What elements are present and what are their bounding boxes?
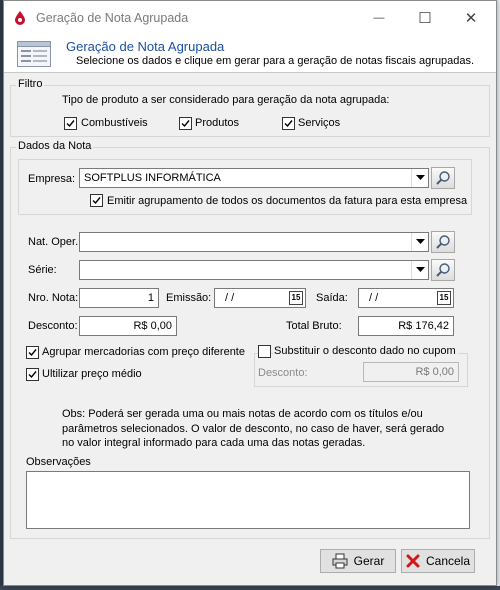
combustiveis-label: Combustíveis <box>81 117 148 129</box>
minimize-icon: — <box>373 12 385 24</box>
serie-search-button[interactable] <box>431 259 455 281</box>
search-icon <box>436 171 450 185</box>
dados-nota-legend: Dados da Nota <box>16 140 94 152</box>
observacoes-textarea[interactable] <box>26 471 470 529</box>
check-icon <box>28 349 37 357</box>
total-bruto-value: R$ 176,42 <box>398 320 449 332</box>
saida-date-input[interactable]: / / 15 <box>358 288 454 308</box>
cancelar-button[interactable]: Cancela <box>401 549 475 573</box>
empresa-search-button[interactable] <box>431 167 455 189</box>
dialog-window: Geração de Nota Agrupada — ☐ ✕ Geração d… <box>3 0 497 586</box>
emissao-value: / / <box>225 292 235 304</box>
produtos-label: Produtos <box>195 117 240 129</box>
nro-nota-input[interactable]: 1 <box>79 288 159 308</box>
form-document-icon <box>17 41 51 67</box>
chevron-down-icon[interactable] <box>411 261 428 279</box>
emissao-label: Emissão: <box>166 292 212 304</box>
close-button[interactable]: ✕ <box>448 1 494 35</box>
obs-note: Obs: Poderá ser gerada uma ou mais notas… <box>62 408 445 449</box>
produtos-checkbox[interactable] <box>179 117 192 130</box>
search-icon <box>436 235 450 249</box>
observacoes-label: Observações <box>26 456 91 468</box>
serie-combo[interactable] <box>79 260 429 280</box>
cancelar-label: Cancela <box>425 554 471 568</box>
serie-label: Série: <box>28 264 57 276</box>
nat-oper-combo[interactable] <box>79 232 429 252</box>
combustiveis-checkbox[interactable] <box>64 117 77 130</box>
empresa-label: Empresa: <box>28 173 76 185</box>
agrupar-checkbox[interactable] <box>26 346 39 359</box>
preco-medio-checkbox[interactable] <box>26 368 39 381</box>
nat-oper-search-button[interactable] <box>431 231 455 253</box>
nro-nota-label: Nro. Nota: <box>28 292 79 304</box>
desconto-label: Desconto: <box>28 320 78 332</box>
nat-oper-label: Nat. Oper. <box>28 236 79 248</box>
substituir-label: Substituir o desconto dado no cupom <box>274 345 458 357</box>
app-drop-icon <box>15 11 25 25</box>
chevron-down-icon[interactable] <box>411 169 428 187</box>
total-bruto-label: Total Bruto: <box>286 320 342 332</box>
calendar-icon[interactable]: 15 <box>437 291 451 305</box>
search-icon <box>436 263 450 277</box>
header-title: Geração de Nota Agrupada <box>66 39 225 54</box>
header-subtitle: Selecione os dados e clique em gerar par… <box>76 55 475 67</box>
check-icon <box>66 120 75 128</box>
gerar-button[interactable]: Gerar <box>320 549 396 573</box>
maximize-icon: ☐ <box>418 10 432 27</box>
maximize-button[interactable]: ☐ <box>402 1 448 35</box>
window-title: Geração de Nota Agrupada <box>36 11 189 25</box>
desconto-value: R$ 0,00 <box>133 320 172 332</box>
close-icon: ✕ <box>464 10 478 27</box>
chevron-down-icon[interactable] <box>411 233 428 251</box>
desconto-input[interactable]: R$ 0,00 <box>79 316 177 336</box>
emissao-date-input[interactable]: / / 15 <box>214 288 306 308</box>
filtro-group <box>10 85 490 137</box>
filtro-legend: Filtro <box>16 78 45 90</box>
calendar-icon[interactable]: 15 <box>289 291 303 305</box>
dialog-header: Geração de Nota Agrupada Selecione os da… <box>4 35 496 73</box>
agrupar-label: Agrupar mercadorias com preço diferente <box>42 346 245 358</box>
saida-value: / / <box>369 292 379 304</box>
gerar-label: Gerar <box>353 554 385 568</box>
filtro-prompt: Tipo de produto a ser considerado para g… <box>62 94 390 106</box>
empresa-combo[interactable]: SOFTPLUS INFORMÁTICA <box>79 168 429 188</box>
nro-nota-value: 1 <box>147 292 154 304</box>
check-icon <box>28 371 37 379</box>
check-icon <box>92 197 101 205</box>
servicos-checkbox[interactable] <box>282 117 295 130</box>
preco-medio-label: Ultilizar preço médio <box>42 368 142 380</box>
minimize-button[interactable]: — <box>356 1 402 35</box>
printer-icon <box>332 553 348 569</box>
total-bruto-input: R$ 176,42 <box>358 316 454 336</box>
emitir-agrupamento-label: Emitir agrupamento de todos os documento… <box>107 195 468 207</box>
background-app-bottom <box>0 586 500 590</box>
saida-label: Saída: <box>316 292 348 304</box>
servicos-label: Serviços <box>298 117 341 129</box>
desc-cupom-value: R$ 0,00 <box>415 366 454 378</box>
desc-cupom-input[interactable]: R$ 0,00 <box>363 362 459 382</box>
substituir-checkbox[interactable] <box>258 345 271 358</box>
empresa-value: SOFTPLUS INFORMÁTICA <box>84 172 221 184</box>
cancel-x-icon <box>406 554 420 568</box>
check-icon <box>181 120 190 128</box>
desc-cupom-label: Desconto: <box>258 367 308 379</box>
check-icon <box>284 120 293 128</box>
title-bar[interactable]: Geração de Nota Agrupada — ☐ ✕ <box>4 1 496 35</box>
emitir-agrupamento-checkbox[interactable] <box>90 194 103 207</box>
